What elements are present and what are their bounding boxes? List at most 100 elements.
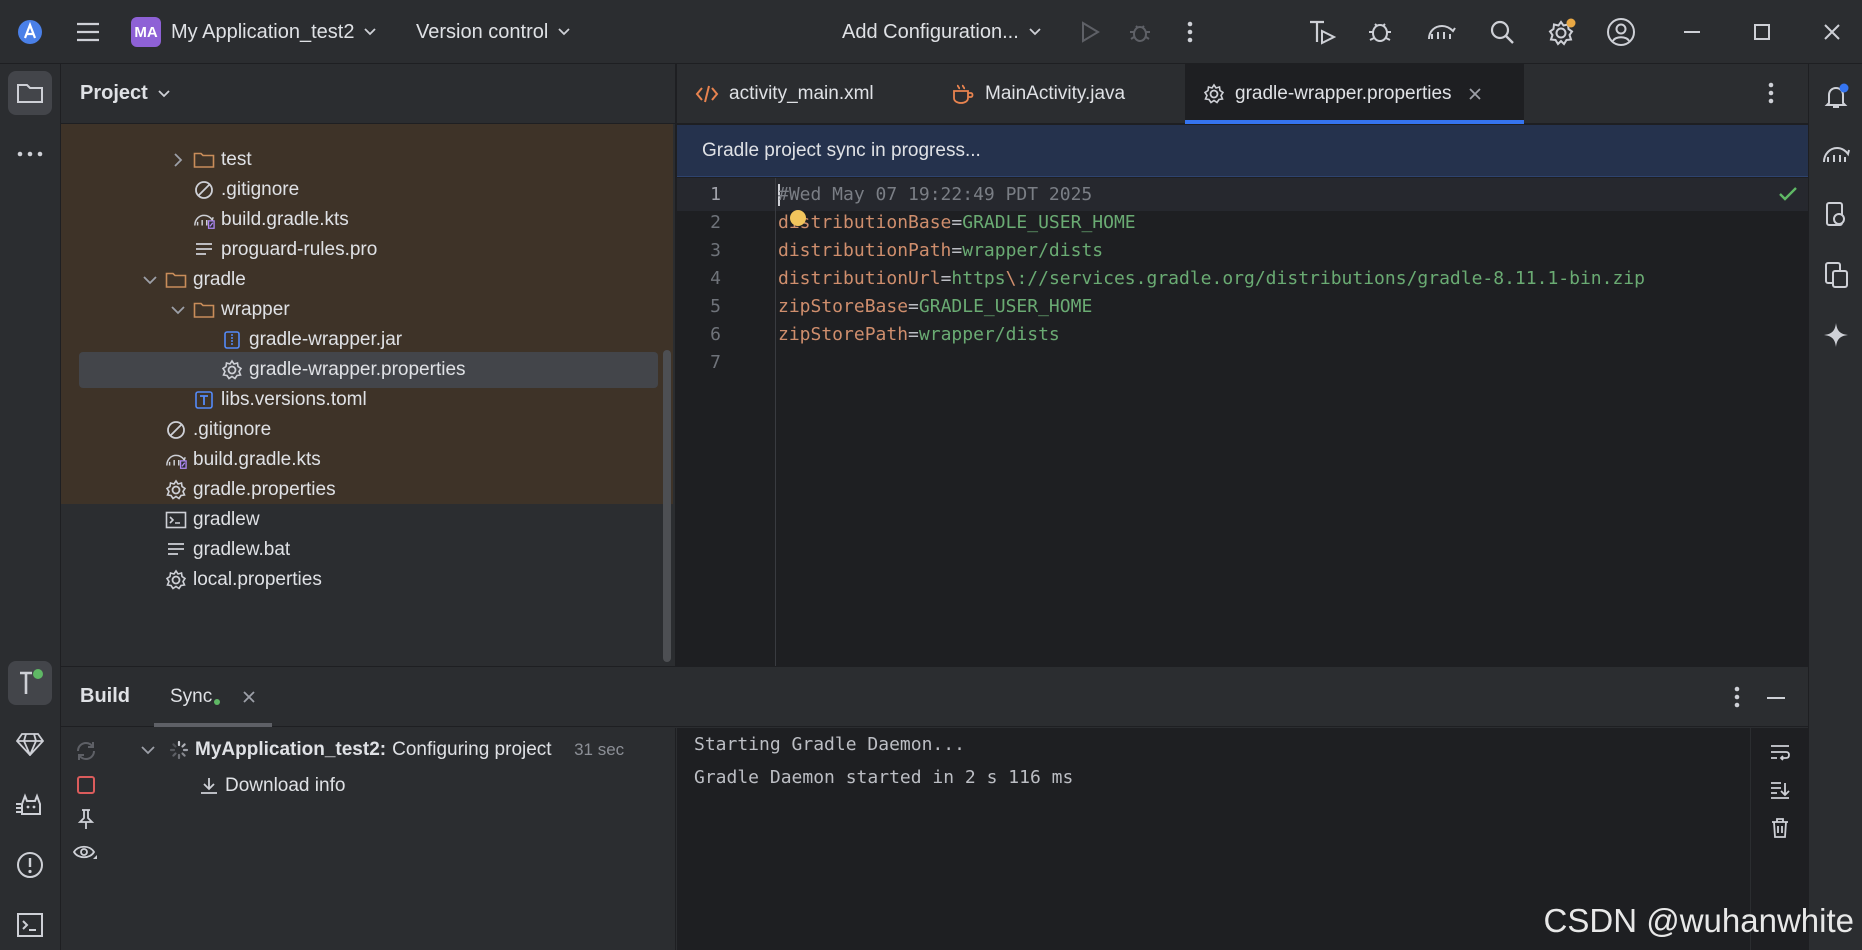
project-selector[interactable]: MA My Application_test2 xyxy=(131,16,377,48)
jar-icon xyxy=(221,329,243,351)
gradle-sync-icon[interactable] xyxy=(1420,10,1464,54)
soft-wrap-icon[interactable] xyxy=(1765,738,1795,768)
gemini-assistant-button[interactable] xyxy=(1815,314,1857,356)
build-tools-icon[interactable] xyxy=(1302,10,1342,54)
tab-main-activity-java[interactable]: MainActivity.java xyxy=(933,64,1161,124)
pin-icon[interactable] xyxy=(71,804,101,834)
chevron-down-icon xyxy=(558,28,570,36)
close-window-icon[interactable] xyxy=(1812,10,1852,54)
xml-icon xyxy=(695,84,719,104)
build-tool-button[interactable] xyxy=(8,661,52,705)
minimize-icon[interactable] xyxy=(1672,10,1712,54)
bell-icon xyxy=(1822,83,1850,111)
close-icon[interactable] xyxy=(1468,87,1482,101)
sync-tab-label: Sync xyxy=(170,686,213,707)
code-text: distributionBase=GRADLE_USER_HOME xyxy=(778,212,1136,233)
maximize-icon[interactable] xyxy=(1742,10,1782,54)
version-control-menu[interactable]: Version control xyxy=(416,16,570,48)
terminal-file-icon xyxy=(165,509,187,531)
panel-options-icon[interactable] xyxy=(1734,686,1740,708)
sync-icon[interactable] xyxy=(71,736,101,766)
build-task-row[interactable]: MyApplication_test2: Configuring project… xyxy=(141,732,624,768)
main-menu-icon[interactable] xyxy=(68,10,108,54)
more-tools-button[interactable] xyxy=(8,132,52,176)
more-horizontal-icon xyxy=(17,151,43,157)
version-control-label: Version control xyxy=(416,20,549,43)
tree-item-label: proguard-rules.pro xyxy=(221,239,378,260)
terminal-tool-button[interactable] xyxy=(8,903,52,947)
more-options-icon[interactable] xyxy=(1172,10,1208,54)
chevron-right-icon[interactable] xyxy=(169,151,187,169)
run-icon[interactable] xyxy=(1070,10,1110,54)
tree-item-label: gradle.properties xyxy=(193,479,336,500)
build-task-status: Configuring project xyxy=(392,739,552,760)
tab-label: MainActivity.java xyxy=(985,83,1126,104)
tree-item-label: build.gradle.kts xyxy=(193,449,321,470)
property-key: distributionUrl xyxy=(778,268,941,289)
folder-icon xyxy=(193,149,215,171)
notifications-button[interactable] xyxy=(1815,76,1857,118)
settings-icon[interactable] xyxy=(1541,10,1583,54)
logcat-tool-button[interactable] xyxy=(8,783,52,827)
android-studio-logo-icon[interactable] xyxy=(10,10,50,54)
build-task-name: MyApplication_test2: xyxy=(195,739,387,760)
download-info-row[interactable]: Download info xyxy=(199,768,345,804)
chevron-down-icon[interactable] xyxy=(141,271,159,289)
code-text: #Wed May 07 19:22:49 PDT 2025 xyxy=(778,183,1092,206)
trash-icon[interactable] xyxy=(1765,813,1795,843)
chevron-down-icon[interactable] xyxy=(169,301,187,319)
tree-item-label: .gitignore xyxy=(193,419,272,440)
eye-icon[interactable] xyxy=(71,838,101,868)
title-bar: MA My Application_test2 Version control … xyxy=(0,0,1862,64)
run-configuration-selector[interactable]: Add Configuration... xyxy=(842,16,1041,48)
console-line: Starting Gradle Daemon... xyxy=(694,734,965,755)
tree-item-label: build.gradle.kts xyxy=(221,209,349,230)
property-separator: = xyxy=(908,296,919,317)
project-tool-button[interactable] xyxy=(8,71,52,115)
folder-icon xyxy=(193,299,215,321)
tab-options-icon[interactable] xyxy=(1768,82,1774,104)
project-view-selector[interactable]: Project xyxy=(61,64,675,124)
bug-sync-icon[interactable] xyxy=(1360,10,1400,54)
tab-gradle-wrapper-properties[interactable]: gradle-wrapper.properties xyxy=(1185,64,1524,124)
running-devices-icon xyxy=(1823,261,1849,289)
tab-sync[interactable]: Sync xyxy=(154,667,273,727)
code-area[interactable]: 1 #Wed May 07 19:22:49 PDT 2025 2 distribut… xyxy=(677,178,1808,666)
tree-item-local-properties[interactable]: local.properties xyxy=(61,562,661,598)
chevron-down-icon xyxy=(141,745,155,755)
tab-activity-main-xml[interactable]: activity_main.xml xyxy=(677,64,907,124)
warning-circle-icon xyxy=(16,851,44,879)
project-tree-scrollbar[interactable] xyxy=(663,350,671,662)
search-icon[interactable] xyxy=(1482,10,1522,54)
close-icon[interactable] xyxy=(242,690,256,704)
property-separator: = xyxy=(908,324,919,345)
scroll-to-end-icon[interactable] xyxy=(1765,775,1795,805)
intention-bulb-icon[interactable] xyxy=(790,210,806,226)
hammer-icon xyxy=(16,668,44,698)
gem-icon xyxy=(16,732,44,756)
problems-tool-button[interactable] xyxy=(8,843,52,887)
property-key: zipStorePath xyxy=(778,324,909,345)
toml-icon xyxy=(193,389,215,411)
gemini-tool-button[interactable] xyxy=(8,722,52,766)
running-devices-button[interactable] xyxy=(1815,254,1857,296)
line-number: 4 xyxy=(710,268,721,289)
debug-icon[interactable] xyxy=(1120,10,1160,54)
gradle-elephant-icon xyxy=(1821,142,1851,166)
stop-icon[interactable] xyxy=(71,770,101,800)
property-value: wrapper/dists xyxy=(962,240,1104,261)
tree-item-label: .gitignore xyxy=(221,179,300,200)
account-icon[interactable] xyxy=(1600,10,1642,54)
hide-panel-icon[interactable] xyxy=(1766,696,1786,700)
gradle-icon xyxy=(193,209,215,231)
code-text: distributionPath=wrapper/dists xyxy=(778,240,1103,261)
device-manager-icon xyxy=(1823,201,1849,229)
device-manager-button[interactable] xyxy=(1815,194,1857,236)
gradle-tool-button[interactable] xyxy=(1815,133,1857,175)
